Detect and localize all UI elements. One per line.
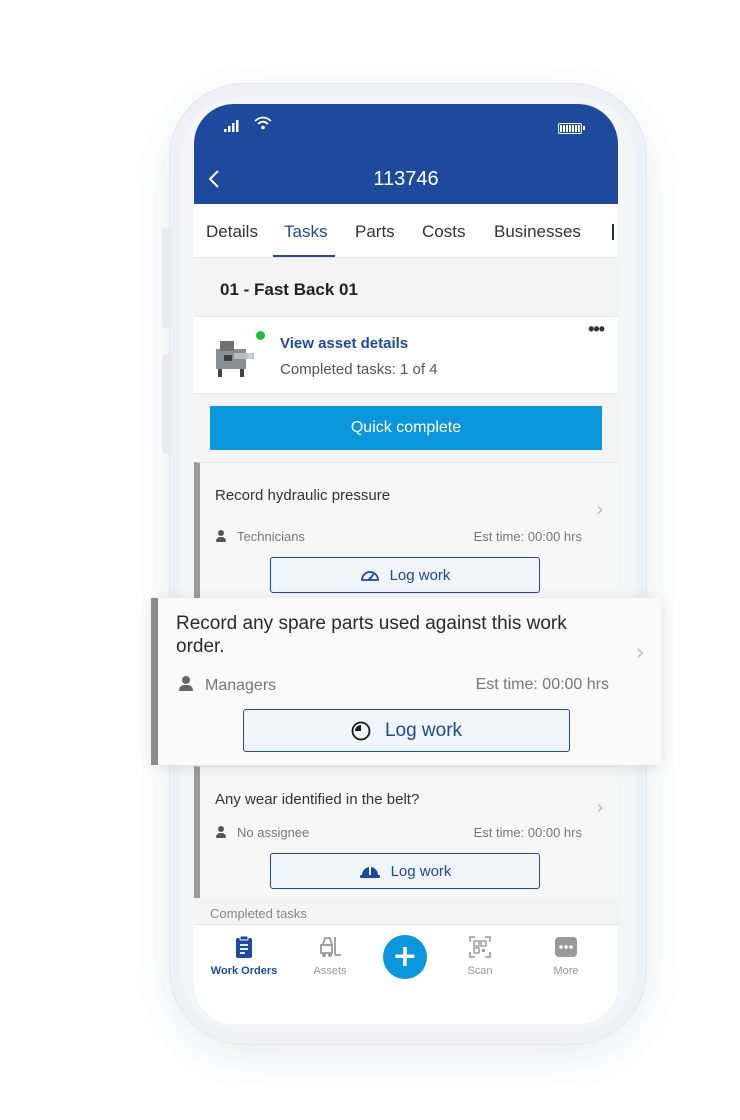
task-est-time: Est time: 00:00 hrs xyxy=(473,529,582,544)
task-group-title: 01 - Fast Back 01 xyxy=(220,280,358,299)
tab-overflow-indicator xyxy=(612,224,614,240)
task-est-time: Est time: 00:00 hrs xyxy=(475,676,609,693)
plus-icon: + xyxy=(392,939,418,974)
task-card-highlighted[interactable]: Record any spare parts used against this… xyxy=(151,598,661,765)
chevron-right-icon: › xyxy=(596,795,604,819)
nav-label: More xyxy=(553,965,579,977)
task-title: Record any spare parts used against this… xyxy=(176,613,567,657)
task-card[interactable]: Record hydraulic pressure › Technicians … xyxy=(194,462,618,600)
task-assignee-label: Managers xyxy=(205,677,277,694)
person-icon xyxy=(178,676,193,691)
clipboard-icon xyxy=(236,935,252,958)
pie-timer-icon xyxy=(351,721,371,740)
tab-parts[interactable]: Parts xyxy=(355,222,395,242)
tab-tasks[interactable]: Tasks xyxy=(284,222,327,242)
nav-work-orders[interactable]: Work Orders xyxy=(204,935,284,977)
asset-card: View asset details Completed tasks: 1 of… xyxy=(194,316,618,394)
tab-costs[interactable]: Costs xyxy=(422,222,465,242)
battery-icon xyxy=(558,123,585,134)
more-options-icon[interactable]: ••• xyxy=(588,319,605,340)
online-status-dot xyxy=(256,331,265,340)
hard-hat-icon xyxy=(359,866,380,878)
bottom-navigation: Work Orders Assets + Scan More xyxy=(194,924,618,1024)
chevron-right-icon: › xyxy=(596,497,604,521)
phone-side-button xyxy=(162,354,172,454)
task-assignee: No assignee xyxy=(215,825,309,840)
task-assignee: Technicians xyxy=(215,529,305,544)
forklift-icon xyxy=(320,937,341,957)
tab-details[interactable]: Details xyxy=(206,222,258,242)
task-card[interactable]: Any wear identified in the belt? › No as… xyxy=(194,766,618,898)
log-work-label: Log work xyxy=(389,566,451,584)
log-work-label: Log work xyxy=(384,719,463,741)
task-assignee-label: Technicians xyxy=(237,529,305,544)
add-button[interactable]: + xyxy=(383,935,427,979)
nav-label: Assets xyxy=(313,965,347,977)
more-icon xyxy=(555,937,577,957)
wifi-icon xyxy=(254,116,272,135)
tab-bar: Details Tasks Parts Costs Businesses xyxy=(194,204,618,258)
app-header: 113746 xyxy=(194,104,618,204)
view-asset-details-link[interactable]: View asset details xyxy=(280,335,408,352)
gauge-icon xyxy=(360,571,379,581)
tab-businesses[interactable]: Businesses xyxy=(494,222,581,242)
person-icon xyxy=(215,530,227,542)
machine-thumbnail xyxy=(216,341,254,377)
qr-scan-icon xyxy=(469,936,491,958)
task-title: Any wear identified in the belt? xyxy=(215,791,420,808)
log-work-button[interactable]: Log work xyxy=(243,709,570,752)
log-work-label: Log work xyxy=(390,862,452,880)
signal-icon xyxy=(224,120,244,135)
nav-scan[interactable]: Scan xyxy=(440,935,520,977)
task-assignee-label: No assignee xyxy=(237,825,310,840)
task-title: Record hydraulic pressure xyxy=(215,487,391,504)
log-work-button[interactable]: Log work xyxy=(270,853,540,889)
task-assignee: Managers xyxy=(178,676,276,695)
log-work-button[interactable]: Log work xyxy=(270,557,540,593)
page-title: 113746 xyxy=(373,168,439,190)
nav-label: Scan xyxy=(467,965,493,977)
quick-complete-button[interactable]: Quick complete xyxy=(210,406,602,450)
completed-tasks-heading: Completed tasks xyxy=(210,906,307,921)
person-icon xyxy=(215,826,227,838)
nav-label: Work Orders xyxy=(210,965,278,977)
phone-screen: 113746 Details Tasks Parts Costs Busines… xyxy=(194,104,618,1024)
task-est-time: Est time: 00:00 hrs xyxy=(473,825,582,840)
nav-more[interactable]: More xyxy=(526,935,606,977)
nav-assets[interactable]: Assets xyxy=(290,935,370,977)
phone-side-button xyxy=(162,228,172,328)
completed-tasks-count: Completed tasks: 1 of 4 xyxy=(280,361,438,378)
active-tab-indicator xyxy=(273,255,335,257)
chevron-right-icon: › xyxy=(635,638,645,666)
